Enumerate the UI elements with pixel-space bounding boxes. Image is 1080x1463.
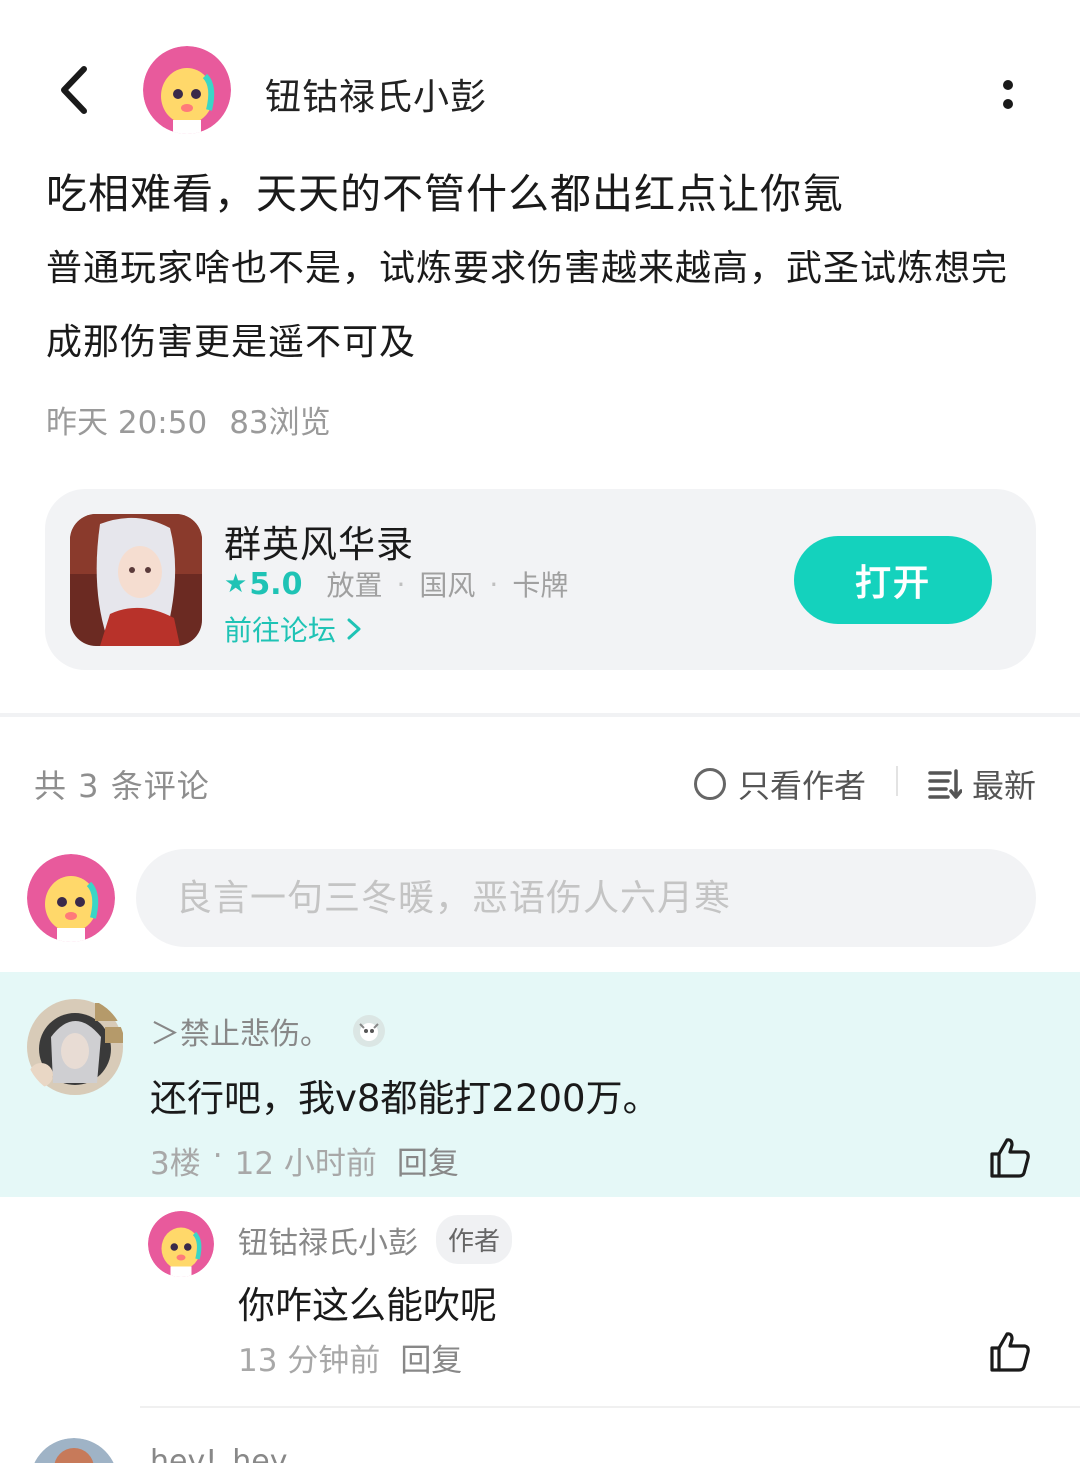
replier-name[interactable]: 钮钴禄氏小彭: [238, 1218, 418, 1262]
meta-separator: ·: [212, 1138, 223, 1174]
comment-meta: 3楼 · 12 小时前 回复: [150, 1138, 459, 1183]
commenter-name-row: ＞禁止悲伤。: [150, 1009, 386, 1053]
only-author-toggle[interactable]: 只看作者: [694, 761, 866, 807]
tag-separator: ·: [489, 567, 499, 601]
forum-link-label[interactable]: 前往论坛: [224, 609, 336, 649]
post-time: 昨天 20:50: [46, 405, 208, 441]
game-info-row: ★ 5.0 放置 · 国风 · 卡牌: [224, 566, 569, 603]
comment-count: 共 3 条评论: [34, 767, 210, 805]
forum-link[interactable]: 前往论坛: [224, 609, 362, 649]
like-button[interactable]: [988, 1330, 1032, 1374]
more-vertical-icon: [1003, 79, 1013, 90]
post-title: 吃相难看，天天的不管什么都出红点让你氪: [46, 170, 844, 218]
game-tag: 放置: [326, 569, 383, 602]
commenter-name[interactable]: ＞禁止悲伤。: [150, 1009, 330, 1053]
sort-icon: [928, 769, 962, 799]
post-meta: 昨天 20:50 83浏览: [46, 397, 331, 442]
divider: [896, 766, 898, 796]
thumbs-up-icon: [990, 1138, 1030, 1178]
comment-divider: [140, 1406, 1080, 1408]
author-avatar[interactable]: [143, 46, 231, 134]
radio-circle-icon: [694, 768, 726, 800]
user-badge-icon: [353, 1015, 385, 1047]
rating-value: 5.0: [249, 566, 303, 602]
reply-time: 13 分钟前: [238, 1343, 381, 1379]
replier-name-row: 钮钴禄氏小彭 作者: [238, 1215, 513, 1264]
reply-button[interactable]: 回复: [397, 1138, 459, 1183]
game-rating: ★ 5.0: [224, 567, 302, 602]
commenter-name[interactable]: hey!_hey: [150, 1444, 287, 1463]
section-divider: [0, 713, 1080, 717]
sort-label[interactable]: 最新: [972, 761, 1036, 807]
like-button[interactable]: [988, 1136, 1032, 1180]
commenter-avatar[interactable]: [25, 997, 125, 1097]
tag-separator: ·: [396, 567, 406, 601]
more-options-button[interactable]: [990, 72, 1026, 116]
game-icon[interactable]: [70, 514, 202, 646]
chevron-left-icon: [61, 66, 87, 114]
reply-text: 你咋这么能吹呢: [238, 1284, 497, 1327]
back-button[interactable]: [48, 60, 98, 120]
my-avatar: [27, 854, 115, 942]
game-tag: 卡牌: [512, 569, 569, 602]
author-name[interactable]: 钮钴禄氏小彭: [265, 68, 487, 120]
only-author-label[interactable]: 只看作者: [738, 761, 866, 807]
comment-text: 还行吧，我v8都能打2200万。: [150, 1077, 660, 1120]
reply-button[interactable]: 回复: [400, 1335, 462, 1380]
reply-meta: 13 分钟前 回复: [238, 1335, 462, 1380]
more-dot: [1003, 98, 1013, 109]
comment-time: 12 小时前: [234, 1146, 377, 1182]
chevron-right-icon: [347, 618, 361, 640]
sort-button[interactable]: 最新: [928, 761, 1036, 807]
comment-input[interactable]: [136, 849, 1036, 947]
thumbs-up-icon: [990, 1332, 1030, 1372]
post-body: 普通玩家啥也不是，试炼要求伤害越来越高，武圣试炼想完成那伤害更是遥不可及: [46, 248, 1009, 363]
post-views: 83浏览: [229, 405, 331, 441]
star-icon: ★: [224, 569, 248, 599]
commenter-avatar[interactable]: [30, 1438, 118, 1463]
game-name[interactable]: 群英风华录: [224, 514, 414, 568]
comment-floor: 3楼: [150, 1146, 201, 1182]
replier-avatar[interactable]: [148, 1211, 214, 1277]
game-tag: 国风: [419, 569, 476, 602]
open-game-button[interactable]: 打开: [794, 536, 992, 624]
author-tag: 作者: [436, 1215, 513, 1264]
